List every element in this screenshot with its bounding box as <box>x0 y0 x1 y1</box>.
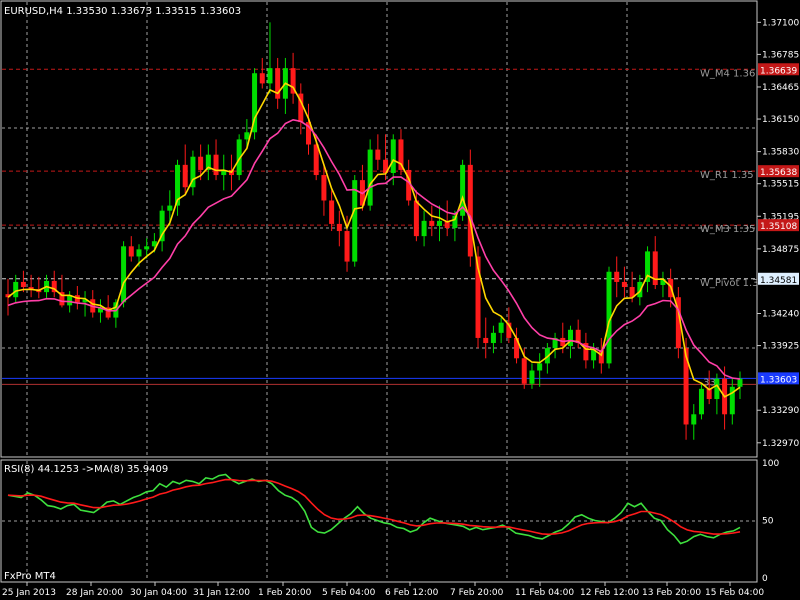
price-tick-label: 1.36150 <box>762 115 799 125</box>
chart-canvas[interactable]: W_M4 1.36W_R1 1.35W_M3 1.35W_Pivot 1.3.3… <box>0 0 800 600</box>
price-axis: 1.37100 1.36785 1.36465 1.36150 1.35830 1.355… <box>757 18 799 584</box>
candlesticks <box>5 22 743 440</box>
candle-body <box>375 149 381 160</box>
candle-body <box>537 363 543 371</box>
candle-body <box>621 281 627 288</box>
candle-body <box>321 175 327 201</box>
candle-body <box>136 249 142 257</box>
candle-body <box>390 139 396 174</box>
candle-body <box>13 281 19 298</box>
level-badge-text: 1.35638 <box>760 168 797 178</box>
level-label: W_M3 1.35 <box>700 224 755 235</box>
rsi-ma-line <box>7 478 741 536</box>
candle-body <box>467 164 473 257</box>
rsi-indicator <box>7 473 741 545</box>
rsi-tick-label: 50 <box>762 517 774 527</box>
time-tick-label: 12 Feb 12:00 <box>580 588 639 598</box>
candle-body <box>490 332 496 344</box>
candle-body <box>436 220 442 226</box>
candle-body <box>244 132 250 140</box>
price-tick-label: 1.36785 <box>762 50 799 60</box>
candle-body <box>737 378 743 387</box>
time-tick-label: 7 Feb 20:00 <box>450 588 504 598</box>
ma-slow-line <box>7 118 741 380</box>
candle-body <box>429 220 435 226</box>
price-tick-label: 1.35515 <box>762 180 799 190</box>
candle-body <box>213 154 219 176</box>
candle-body <box>267 68 273 84</box>
rsi-line <box>7 473 741 545</box>
candle-body <box>698 388 704 415</box>
rsi-tick-label: 0 <box>762 574 768 584</box>
price-tick-label: 1.37100 <box>762 18 799 28</box>
candle-body <box>259 73 265 84</box>
time-tick-label: 1 Feb 20:00 <box>258 588 312 598</box>
price-tick-label: 1.36465 <box>762 83 799 93</box>
time-tick-label: 13 Feb 20:00 <box>642 588 701 598</box>
price-tick-label: 1.34875 <box>762 245 799 255</box>
level-badges: 1.36639 1.35638 1.35108 1.34581 1.33603 <box>758 63 799 385</box>
price-tick-label: 1.34240 <box>762 310 799 320</box>
time-tick-label: 15 Feb 04:00 <box>705 588 764 598</box>
time-tick-label: 31 Jan 12:00 <box>193 588 250 598</box>
rsi-info: RSI(8) 44.1253 ->MA(8) 35.9409 <box>4 464 168 475</box>
candle-body <box>367 149 373 206</box>
candle-body <box>121 246 127 303</box>
candle-body <box>20 281 26 288</box>
price-tick-label: 1.35830 <box>762 148 799 158</box>
ma-fast-line <box>7 82 741 398</box>
candle-body <box>144 246 150 250</box>
candle-body <box>498 322 504 333</box>
candle-body <box>128 246 134 257</box>
candle-body <box>614 271 620 282</box>
level-badge-text: 1.36639 <box>760 66 797 76</box>
level-badge-text: 1.34581 <box>760 276 797 286</box>
grid-lines <box>2 2 756 581</box>
time-tick-label: 5 Feb 04:00 <box>322 588 376 598</box>
level-label: W_Pivot 1.3 <box>700 278 759 289</box>
time-tick-label: 6 Feb 12:00 <box>385 588 439 598</box>
candle-body <box>413 200 419 237</box>
level-label: W_M4 1.36 <box>700 68 755 79</box>
level-badge-text: 1.33603 <box>760 375 797 385</box>
candle-body <box>344 231 350 262</box>
rsi-tick-label: 100 <box>762 459 779 469</box>
candle-body <box>182 164 188 188</box>
time-axis: 25 Jan 2013 28 Jan 20:00 30 Jan 04:00 31 Ja… <box>2 582 764 598</box>
time-tick-label: 25 Jan 2013 <box>2 588 56 598</box>
time-tick-label: 11 Feb 04:00 <box>515 588 574 598</box>
candle-body <box>529 370 535 384</box>
candle-body <box>198 156 204 170</box>
price-tick-label: 1.33290 <box>762 406 799 416</box>
candle-body <box>329 200 335 224</box>
candle-body <box>691 414 697 425</box>
candle-body <box>167 205 173 211</box>
moving-averages <box>7 82 741 398</box>
candle-body <box>521 358 527 384</box>
level-badge-text: 1.35108 <box>760 222 797 232</box>
level-label: W_R1 1.35 <box>700 170 754 181</box>
time-tick-label: 28 Jan 20:00 <box>66 588 123 598</box>
broker-label: FxPro MT4 <box>4 571 56 582</box>
price-tick-label: 1.32970 <box>762 439 799 449</box>
candle-body <box>421 220 427 237</box>
candle-body <box>483 337 489 344</box>
candle-body <box>567 329 573 347</box>
candle-body <box>352 180 358 262</box>
candle-body <box>336 223 342 232</box>
symbol-info: EURUSD,H4 1.33530 1.33673 1.33515 1.3360… <box>4 6 241 17</box>
price-tick-label: 1.33925 <box>762 342 799 352</box>
time-tick-label: 30 Jan 04:00 <box>130 588 187 598</box>
